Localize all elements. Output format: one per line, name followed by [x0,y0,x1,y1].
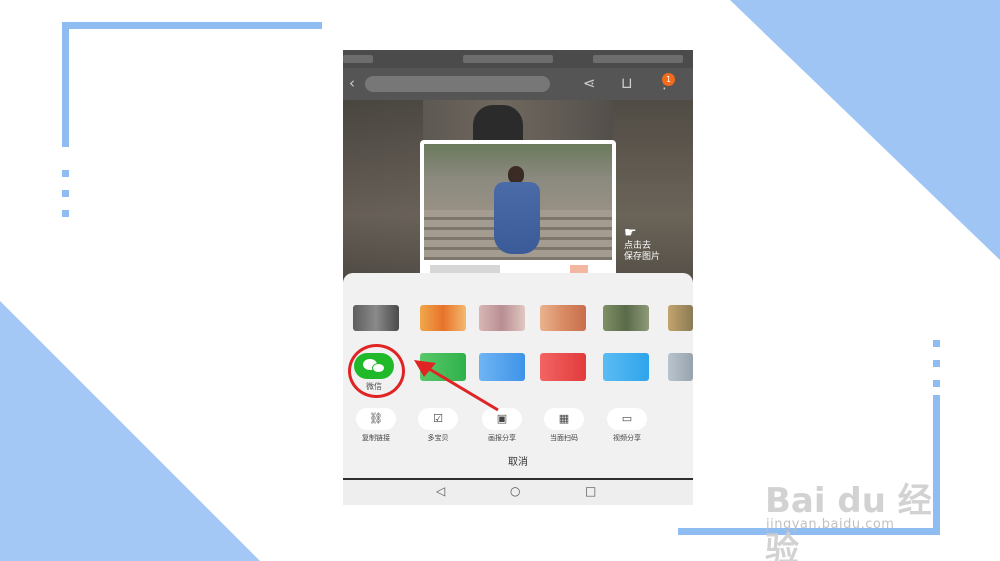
share-sheet: 微信 ⛓ 复制链接 ☑ 多宝贝 ▣ 画报分享 ▦ 当面扫码 ▭ 视频分享 取消 [343,273,693,478]
decor-dot [933,360,940,367]
phone-screen: ‹ ⋖ ⊔ ⋮ 1 ☛ 点击去 保存图片 [343,50,693,505]
app-icon[interactable] [668,353,693,381]
share-actions-row: ⛓ 复制链接 ☑ 多宝贝 ▣ 画报分享 ▦ 当面扫码 ▭ 视频分享 [343,408,693,448]
cancel-button[interactable]: 取消 [343,451,693,475]
decor-triangle-bottom-left [0,301,260,561]
nav-recent-icon[interactable]: □ [585,484,596,498]
link-icon: ⛓ [356,408,396,430]
decor-dot [62,210,69,217]
photo-figure [473,105,523,145]
contact-avatar[interactable] [540,305,586,331]
decor-bar-left [62,22,69,147]
save-hint-line-2: 保存图片 [624,252,661,262]
action-label: 画报分享 [488,434,516,442]
android-nav-bar: ◁ ○ □ [343,480,693,505]
save-image-hint[interactable]: ☛ 点击去 保存图片 [624,225,661,263]
nav-back-icon[interactable]: ◁ [436,484,445,498]
red-arrow-annotation [414,360,499,412]
status-blur [593,55,683,63]
pointing-hand-icon: ☛ [624,225,637,241]
notification-badge: 1 [662,73,675,86]
contact-avatar[interactable] [479,305,525,331]
action-video-share[interactable]: ▭ 视频分享 [595,408,659,443]
nav-home-icon[interactable]: ○ [510,484,520,498]
action-label: 复制链接 [362,434,390,442]
app-icon[interactable] [603,353,649,381]
wechat-highlight-circle [348,344,405,398]
watermark-url: jingyan.baidu.com [766,517,895,532]
decor-bar-top [62,22,322,29]
video-share-icon: ▭ [607,408,647,430]
model-dress [494,182,540,254]
recent-contacts-row [353,305,693,335]
action-label: 多宝贝 [427,434,449,442]
poster-preview-card[interactable] [420,140,616,285]
poster-image [424,144,612,260]
save-hint-line-1: 点击去 [624,241,652,251]
contact-avatar[interactable] [420,305,466,331]
share-icon[interactable]: ⋖ [583,74,596,92]
arrow-shaft [425,365,499,412]
poster-model [486,166,544,258]
decor-dot [62,190,69,197]
status-blur [463,55,553,63]
slide-frame: ‹ ⋖ ⊔ ⋮ 1 ☛ 点击去 保存图片 [0,0,1000,561]
cart-icon[interactable]: ⊔ [621,74,633,92]
status-bar [343,50,693,68]
search-bar[interactable] [365,76,550,92]
action-label: 视频分享 [613,434,641,442]
action-label: 当面扫码 [550,434,578,442]
decor-dot [933,380,940,387]
back-icon[interactable]: ‹ [349,74,355,92]
baidu-watermark: Bai du 经验 jingyan.baidu.com [760,455,960,561]
contact-avatar[interactable] [668,305,693,331]
action-scan-code[interactable]: ▦ 当面扫码 [532,408,596,443]
arrow-head [414,360,436,377]
contact-avatar[interactable] [353,305,399,331]
status-blur [343,55,373,63]
qr-code-icon: ▦ [544,408,584,430]
decor-triangle-top-right [730,0,1000,260]
decor-dot [933,340,940,347]
contact-avatar[interactable] [603,305,649,331]
action-copy-link[interactable]: ⛓ 复制链接 [344,408,408,443]
product-top-bar: ‹ ⋖ ⊔ ⋮ 1 [343,68,693,100]
app-icon[interactable] [540,353,586,381]
decor-dot [62,170,69,177]
